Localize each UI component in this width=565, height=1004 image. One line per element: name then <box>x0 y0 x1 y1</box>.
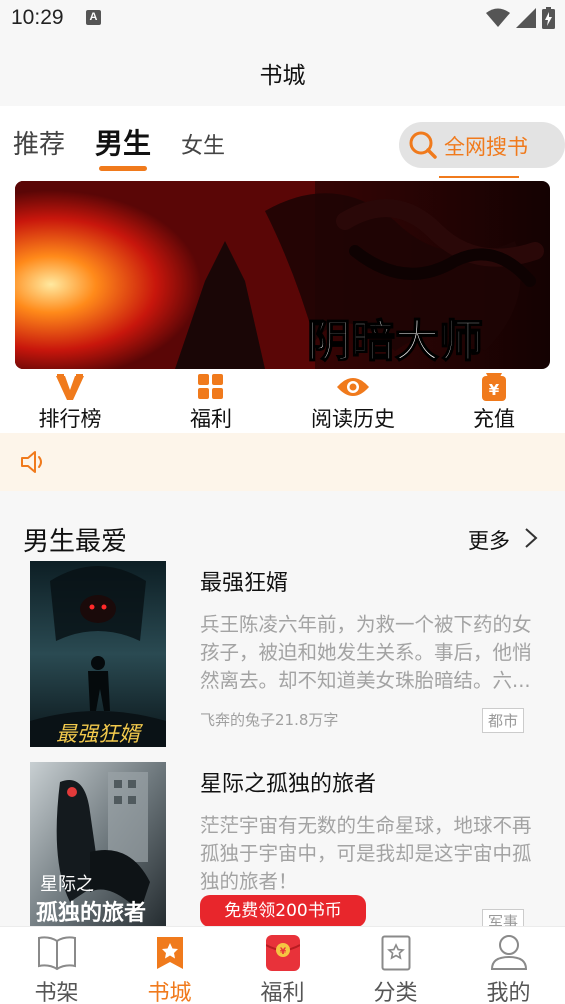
notification-icon: A <box>86 10 101 25</box>
book-cover: 星际之 孤独的旅者 <box>30 762 166 948</box>
status-time: 10:29 <box>11 6 64 29</box>
user-icon <box>490 935 527 970</box>
quick-nav: 排行榜 福利 阅读历史 ¥ 充值 <box>0 373 565 433</box>
title-bar: 书城 <box>0 38 565 106</box>
tab-recommend[interactable]: 推荐 <box>13 124 65 161</box>
battery-icon <box>542 7 555 29</box>
yuan-icon: ¥ <box>482 373 506 401</box>
nav-bookshelf-label: 书架 <box>34 981 79 1004</box>
nav-bookstore-label: 书城 <box>147 981 192 1004</box>
tab-male[interactable]: 男生 <box>95 122 151 162</box>
v-rank-icon <box>56 374 84 400</box>
cover-title: 最强狂婿 <box>56 722 144 746</box>
book-description: 兵王陈凌六年前，为救一个被下药的女孩子，被迫和她发生关系。事后，他悄然离去。却不… <box>200 613 532 692</box>
svg-text:¥: ¥ <box>279 947 286 957</box>
history-entry[interactable]: 阅读历史 <box>283 373 423 433</box>
nav-profile-label: 我的 <box>486 981 531 1004</box>
book-description: 茫茫宇宙有无数的生命星球，地球不再孤独于宇宙中，可是我却是这宇宙中孤独的旅者！ <box>200 814 532 893</box>
active-tab-indicator <box>99 166 147 171</box>
channel-tabs: 推荐 男生 女生 全网搜书 <box>0 106 565 178</box>
tab-female[interactable]: 女生 <box>181 128 225 160</box>
search-icon <box>409 131 437 159</box>
book-author-words: 飞奔的兔子21.8万字 <box>200 711 339 729</box>
welfare-entry[interactable]: 福利 <box>141 373 281 433</box>
search-label: 全网搜书 <box>444 135 528 159</box>
nav-welfare[interactable]: ¥ 福利 <box>226 927 339 1004</box>
cover-title-line1: 星际之 <box>40 874 94 895</box>
category-star-icon <box>381 935 410 971</box>
book-title: 最强狂婿 <box>200 571 289 596</box>
nav-welfare-label: 福利 <box>260 981 305 1004</box>
history-label: 阅读历史 <box>311 407 395 431</box>
more-link[interactable]: 更多 <box>468 525 510 555</box>
bottom-nav: 书架 书城 ¥ 福利 分类 我的 <box>0 926 565 1004</box>
wifi-icon <box>486 8 510 27</box>
recharge-label: 充值 <box>473 407 515 431</box>
signal-icon <box>516 8 536 28</box>
book-cover: 最强狂婿 <box>30 561 166 747</box>
book-item[interactable]: 最强狂婿 最强狂婿 兵王陈凌六年前，为救一个被下药的女孩子，被迫和她发生关系。事… <box>0 561 565 751</box>
nav-bookstore[interactable]: 书城 <box>113 927 226 1004</box>
welfare-label: 福利 <box>190 407 232 431</box>
banner-title: 阴暗大师 <box>307 316 483 367</box>
nav-profile[interactable]: 我的 <box>452 927 565 1004</box>
nav-category[interactable]: 分类 <box>339 927 452 1004</box>
book-title: 星际之孤独的旅者 <box>200 772 377 797</box>
red-envelope-icon: ¥ <box>265 935 300 971</box>
notice-bar[interactable] <box>0 433 565 491</box>
svg-text:¥: ¥ <box>489 381 500 399</box>
open-book-icon <box>37 936 76 971</box>
genre-tag: 都市 <box>482 708 525 733</box>
free-coins-button[interactable]: 免费领200书币 <box>200 895 366 927</box>
grid-icon <box>198 374 223 399</box>
chevron-right-icon[interactable] <box>524 527 538 549</box>
bookstore-star-icon <box>156 937 183 969</box>
page-title: 书城 <box>259 63 306 89</box>
speaker-icon <box>21 451 42 473</box>
banner-image: 阴暗大师 <box>15 181 550 369</box>
section-title: 男生最爱 <box>23 527 128 557</box>
male-favorites-section: 男生最爱 更多 最强狂婿 最强狂婿 兵王陈凌六年前，为救一个被下药的女孩子，被迫… <box>0 491 565 948</box>
banner-carousel[interactable]: 阴暗大师 <box>15 181 550 369</box>
recharge-entry[interactable]: ¥ 充值 <box>424 373 564 433</box>
search-button[interactable]: 全网搜书 <box>399 122 565 168</box>
eye-icon <box>337 378 369 396</box>
banner-area: 阴暗大师 <box>0 178 565 373</box>
ranking-label: 排行榜 <box>38 407 102 431</box>
status-icons <box>486 7 555 29</box>
ranking-entry[interactable]: 排行榜 <box>0 373 140 433</box>
nav-category-label: 分类 <box>373 981 418 1004</box>
cover-title-line2: 孤独的旅者 <box>36 900 146 926</box>
nav-bookshelf[interactable]: 书架 <box>0 927 113 1004</box>
status-bar: 10:29 A <box>0 0 565 38</box>
